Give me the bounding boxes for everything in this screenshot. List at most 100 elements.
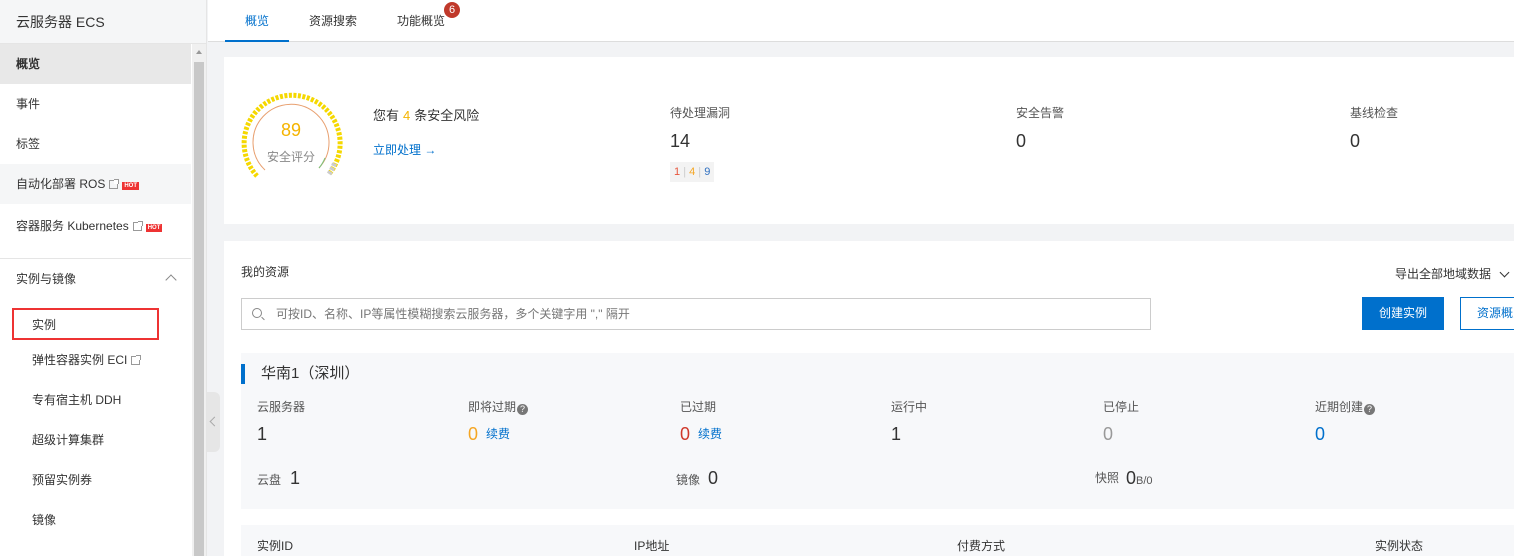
- tab-resource-search[interactable]: 资源搜索: [307, 0, 359, 42]
- running-label: 运行中: [891, 400, 928, 414]
- column-instance-id[interactable]: 实例ID: [257, 537, 293, 554]
- stopped-value[interactable]: 0: [1103, 424, 1113, 445]
- sidebar-item-label: 自动化部署 ROS: [16, 177, 106, 191]
- security-alerts-label: 安全告警: [1016, 106, 1065, 120]
- tab-overview[interactable]: 概览: [225, 0, 289, 42]
- sidebar-item-tags[interactable]: 标签: [0, 124, 191, 164]
- tab-feature-overview[interactable]: 功能概览: [395, 0, 447, 42]
- instance-search-input[interactable]: [276, 299, 1136, 329]
- sidebar-item-kubernetes[interactable]: 容器服务 Kubernetes HOT: [0, 204, 191, 248]
- scroll-thumb[interactable]: [194, 62, 204, 556]
- snapshots-label: 快照: [1095, 471, 1120, 485]
- resources-card: 我的资源 导出全部地域数据 创建实例 资源概览 华南1（深圳） 云服务器 1 即…: [224, 241, 1514, 556]
- sidebar-item-instances[interactable]: 实例: [12, 308, 159, 340]
- baseline-check-label: 基线检查: [1350, 106, 1399, 120]
- sidebar-group-instances-images[interactable]: 实例与镜像: [0, 258, 191, 298]
- hot-badge: HOT: [122, 182, 140, 190]
- security-card: 89 安全评分 您有 4 条安全风险 立即处理 → 待处理漏洞 14 1 | 4 |…: [224, 57, 1514, 224]
- help-icon[interactable]: ?: [517, 404, 529, 415]
- create-instance-button[interactable]: 创建实例: [1362, 297, 1444, 330]
- vuln-breakdown: 1 | 4 | 9: [670, 162, 715, 182]
- search-icon: [252, 308, 262, 318]
- top-tabs: 概览 资源搜索 功能概览 6: [208, 0, 1514, 42]
- snapshots-stat: 0B/0: [1126, 468, 1153, 489]
- separator: |: [683, 166, 687, 178]
- recently-created-value[interactable]: 0: [1315, 424, 1325, 445]
- sidebar-item-reserved-instances[interactable]: 预留实例券: [0, 460, 191, 500]
- security-score: 89: [280, 120, 302, 140]
- risk-count: 4: [403, 108, 411, 123]
- risk-prefix: 您有: [373, 108, 400, 123]
- running-value[interactable]: 1: [891, 424, 901, 445]
- servers-label: 云服务器: [257, 400, 306, 414]
- expired-stat: 0 续费: [680, 424, 722, 445]
- sidebar-title: 云服务器 ECS: [0, 0, 206, 44]
- expiring-soon-text: 即将过期: [468, 400, 517, 414]
- vuln-medium-count[interactable]: 4: [689, 166, 695, 178]
- sidebar: 云服务器 ECS 概览 事件 标签 自动化部署 ROS HOT 容器服务 Kube…: [0, 0, 207, 556]
- sidebar-group-label: 实例与镜像: [16, 272, 77, 286]
- sidebar-item-scc[interactable]: 超级计算集群: [0, 420, 191, 460]
- resource-overview-button[interactable]: 资源概览: [1460, 297, 1514, 330]
- column-billing-method[interactable]: 付费方式: [957, 537, 1005, 554]
- disks-value[interactable]: 1: [290, 468, 300, 489]
- sidebar-item-eci[interactable]: 弹性容器实例 ECI: [0, 340, 191, 380]
- notification-badge: 6: [444, 2, 460, 18]
- instance-search-box: [241, 298, 1151, 330]
- sidebar-item-label: 弹性容器实例 ECI: [32, 353, 128, 367]
- risk-suffix: 条安全风险: [414, 108, 480, 123]
- baseline-check-value[interactable]: 0: [1350, 131, 1360, 152]
- security-alerts-value[interactable]: 0: [1016, 131, 1026, 152]
- sidebar-item-overview[interactable]: 概览: [0, 44, 191, 84]
- expired-value[interactable]: 0: [680, 424, 690, 444]
- sidebar-item-images[interactable]: 镜像: [0, 500, 191, 540]
- column-ip-address[interactable]: IP地址: [634, 537, 669, 554]
- region-panel: 华南1（深圳） 云服务器 1 即将过期? 0 续费 已过期 0 续费 运行中 1 已…: [241, 353, 1514, 509]
- snapshots-unit: B/0: [1136, 475, 1153, 487]
- security-gauge-icon: [241, 92, 343, 178]
- vuln-low-count[interactable]: 9: [704, 166, 710, 178]
- pending-vulns-label: 待处理漏洞: [670, 106, 731, 120]
- chevron-down-icon: [1499, 267, 1510, 278]
- handle-now-link[interactable]: 立即处理 →: [373, 141, 436, 158]
- servers-value[interactable]: 1: [257, 424, 267, 445]
- external-link-icon: [132, 221, 143, 231]
- disks-label: 云盘: [257, 473, 282, 487]
- sidebar-item-ddh[interactable]: 专有宿主机 DDH: [0, 380, 191, 420]
- separator: |: [698, 166, 702, 178]
- tab-label: 功能概览: [396, 14, 445, 28]
- expiring-soon-value[interactable]: 0: [468, 424, 478, 444]
- images-label: 镜像: [676, 473, 701, 487]
- export-region-data-dropdown[interactable]: 导出全部地域数据: [1395, 265, 1510, 282]
- expiring-soon-stat: 0 续费: [468, 424, 510, 445]
- external-link-icon: [131, 355, 142, 365]
- sidebar-menu: 概览 事件 标签 自动化部署 ROS HOT 容器服务 Kubernetes HOT…: [0, 44, 191, 556]
- security-risk-text: 您有 4 条安全风险: [373, 105, 479, 124]
- external-link-icon: [109, 179, 120, 189]
- region-name: 华南1（深圳）: [241, 364, 359, 384]
- renew-link[interactable]: 续费: [698, 427, 722, 441]
- pending-vulns-value[interactable]: 14: [670, 131, 690, 152]
- sidebar-collapse-handle[interactable]: [207, 392, 220, 452]
- column-instance-status[interactable]: 实例状态: [1375, 537, 1423, 554]
- scroll-up-arrow-icon[interactable]: [196, 50, 202, 54]
- sidebar-scrollbar[interactable]: [192, 44, 206, 556]
- hot-badge: HOT: [145, 224, 163, 232]
- recently-created-label: 近期创建?: [1315, 398, 1376, 415]
- expiring-soon-label: 即将过期?: [468, 398, 529, 415]
- resources-title: 我的资源: [241, 265, 290, 279]
- snapshots-value[interactable]: 0: [1126, 468, 1136, 488]
- stopped-label: 已停止: [1103, 400, 1140, 414]
- help-icon[interactable]: ?: [1364, 404, 1376, 415]
- sidebar-item-ros[interactable]: 自动化部署 ROS HOT: [0, 164, 191, 204]
- images-value[interactable]: 0: [708, 468, 718, 489]
- sidebar-item-label: 容器服务 Kubernetes: [16, 219, 129, 233]
- vuln-high-count[interactable]: 1: [674, 166, 680, 178]
- renew-link[interactable]: 续费: [486, 427, 510, 441]
- sidebar-item-events[interactable]: 事件: [0, 84, 191, 124]
- recently-created-text: 近期创建: [1315, 400, 1364, 414]
- chevron-up-icon: [165, 274, 177, 286]
- instance-table-header: 实例ID IP地址 付费方式 实例状态: [241, 525, 1514, 556]
- security-score-label: 安全评分: [266, 150, 315, 164]
- expired-label: 已过期: [680, 400, 717, 414]
